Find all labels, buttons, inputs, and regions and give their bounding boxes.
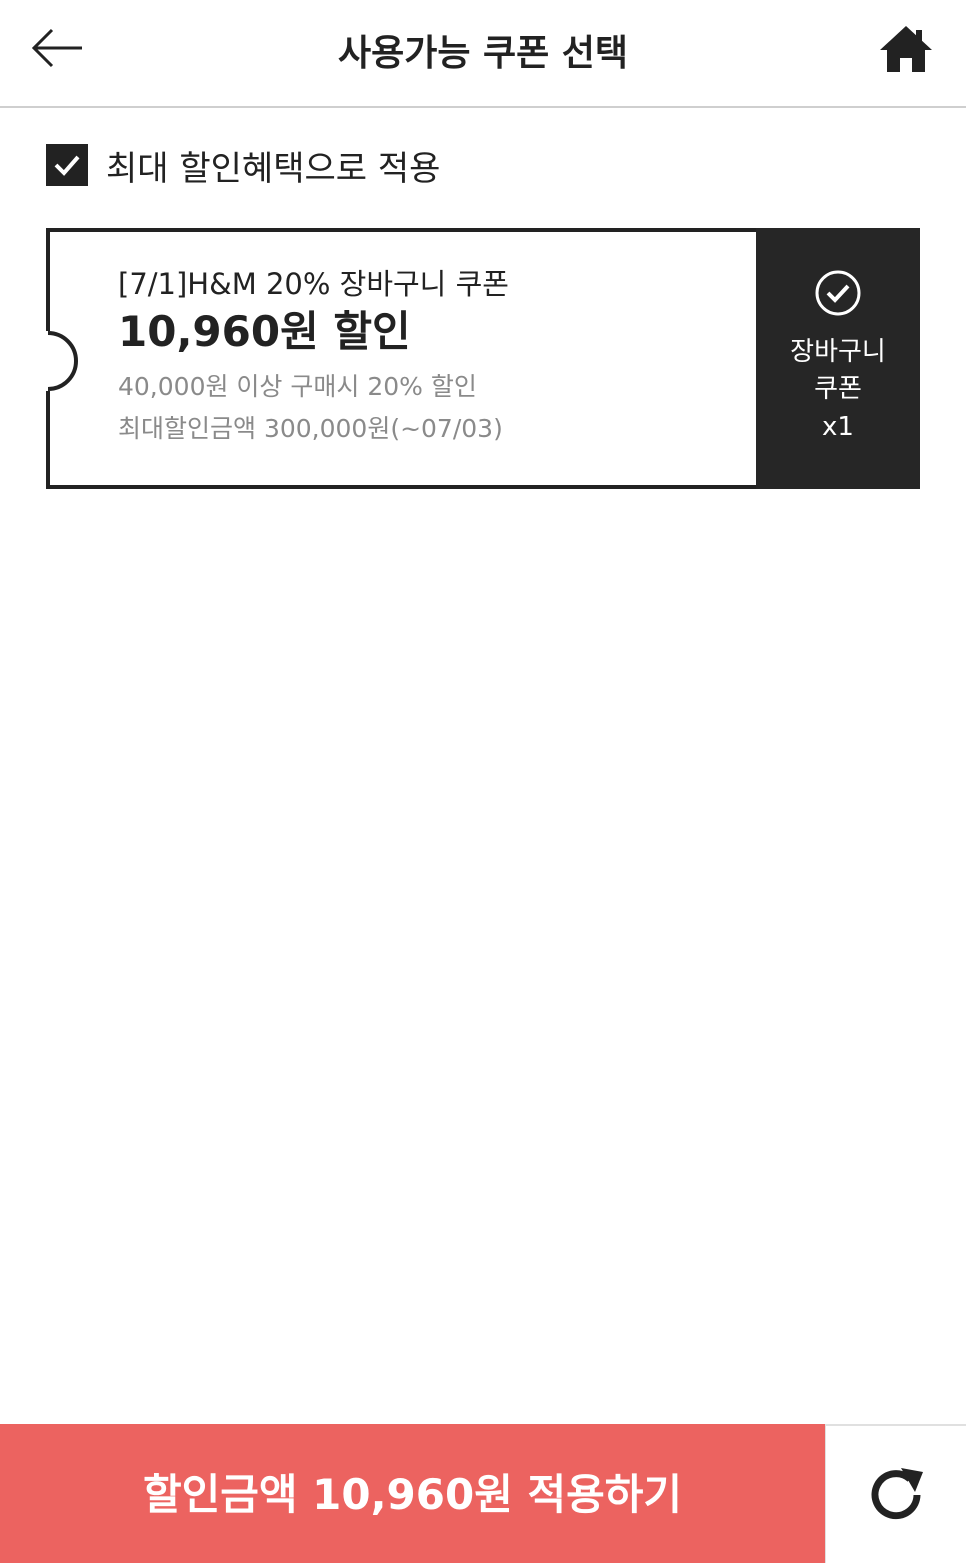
coupon-name: [7/1]H&M 20% 장바구니 쿠폰 (118, 267, 509, 301)
coupon-count: x1 (822, 412, 854, 442)
coupon-type-line1: 장바구니 (790, 337, 886, 367)
page-title: 사용가능 쿠폰 선택 (337, 33, 629, 74)
coupon-type-line2: 쿠폰 (814, 374, 862, 404)
max-discount-checkbox[interactable] (46, 144, 88, 186)
coupon-type: 장바구니 쿠폰 (756, 334, 920, 408)
coupon-select-page: 사용가능 쿠폰 선택 최대 할인혜택으로 적용 [7/1]H&M 20% 장바구… (0, 0, 966, 1563)
checkmark-icon (54, 155, 80, 176)
coupon-side-panel: 장바구니 쿠폰 x1 (756, 228, 920, 489)
coupon-discount-amount: 10,960원 할인 (118, 307, 411, 356)
apply-discount-button[interactable]: 할인금액 10,960원 적용하기 (0, 1424, 825, 1563)
home-icon (880, 26, 932, 72)
coupon-body: [7/1]H&M 20% 장바구니 쿠폰 10,960원 할인 40,000원 … (46, 228, 758, 489)
refresh-button[interactable] (825, 1424, 966, 1563)
home-button[interactable] (876, 20, 936, 80)
coupon-info: [7/1]H&M 20% 장바구니 쿠폰 10,960원 할인 40,000원 … (118, 264, 509, 450)
max-discount-option[interactable]: 최대 할인혜택으로 적용 (46, 142, 441, 189)
coupon-card[interactable]: [7/1]H&M 20% 장바구니 쿠폰 10,960원 할인 40,000원 … (46, 228, 920, 489)
ticket-notch (46, 331, 78, 391)
coupon-max-expiry: 최대할인금액 300,000원(~07/03) (118, 414, 503, 443)
refresh-icon (871, 1467, 923, 1519)
check-circle-icon (815, 270, 861, 316)
max-discount-label: 최대 할인혜택으로 적용 (106, 148, 441, 189)
coupon-condition: 40,000원 이상 구매시 20% 할인 (118, 372, 477, 401)
header: 사용가능 쿠폰 선택 (0, 0, 966, 108)
